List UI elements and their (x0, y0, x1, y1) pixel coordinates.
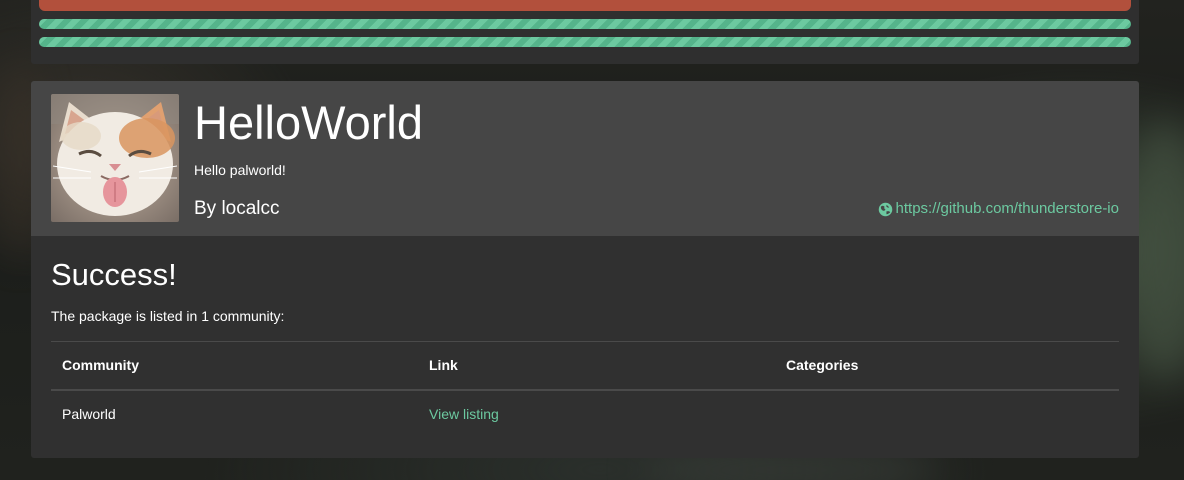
table-header-row: Community Link Categories (51, 341, 1119, 391)
package-card: HelloWorld Hello palworld! By localcc ht… (31, 81, 1139, 458)
upload-progress-panel (31, 0, 1139, 64)
community-cell: Palworld (62, 406, 116, 422)
table-row: Palworld View listing (51, 390, 1119, 438)
package-header: HelloWorld Hello palworld! By localcc ht… (31, 81, 1139, 236)
package-description: Hello palworld! (194, 162, 286, 178)
column-header-link: Link (418, 341, 775, 391)
package-author: By localcc (194, 198, 280, 219)
link-cell: View listing (418, 390, 775, 438)
globe-icon (878, 202, 893, 217)
success-heading: Success! (51, 257, 177, 292)
package-website-link[interactable]: https://github.com/thunderstore-io (878, 199, 1119, 219)
success-message: The package is listed in 1 community: (51, 308, 285, 324)
progress-bar-error (39, 0, 1131, 11)
package-avatar (51, 94, 179, 222)
view-listing-link[interactable]: View listing (429, 406, 499, 422)
package-title: HelloWorld (194, 96, 423, 149)
community-table: Community Link Categories Palworld View … (51, 341, 1119, 438)
column-header-categories: Categories (775, 341, 1119, 391)
progress-bar-success (39, 37, 1131, 47)
progress-bar-success (39, 19, 1131, 29)
cat-photo (51, 94, 179, 222)
categories-cell (775, 390, 1119, 438)
package-website-text: https://github.com/thunderstore-io (895, 200, 1119, 217)
column-header-community: Community (51, 341, 418, 391)
